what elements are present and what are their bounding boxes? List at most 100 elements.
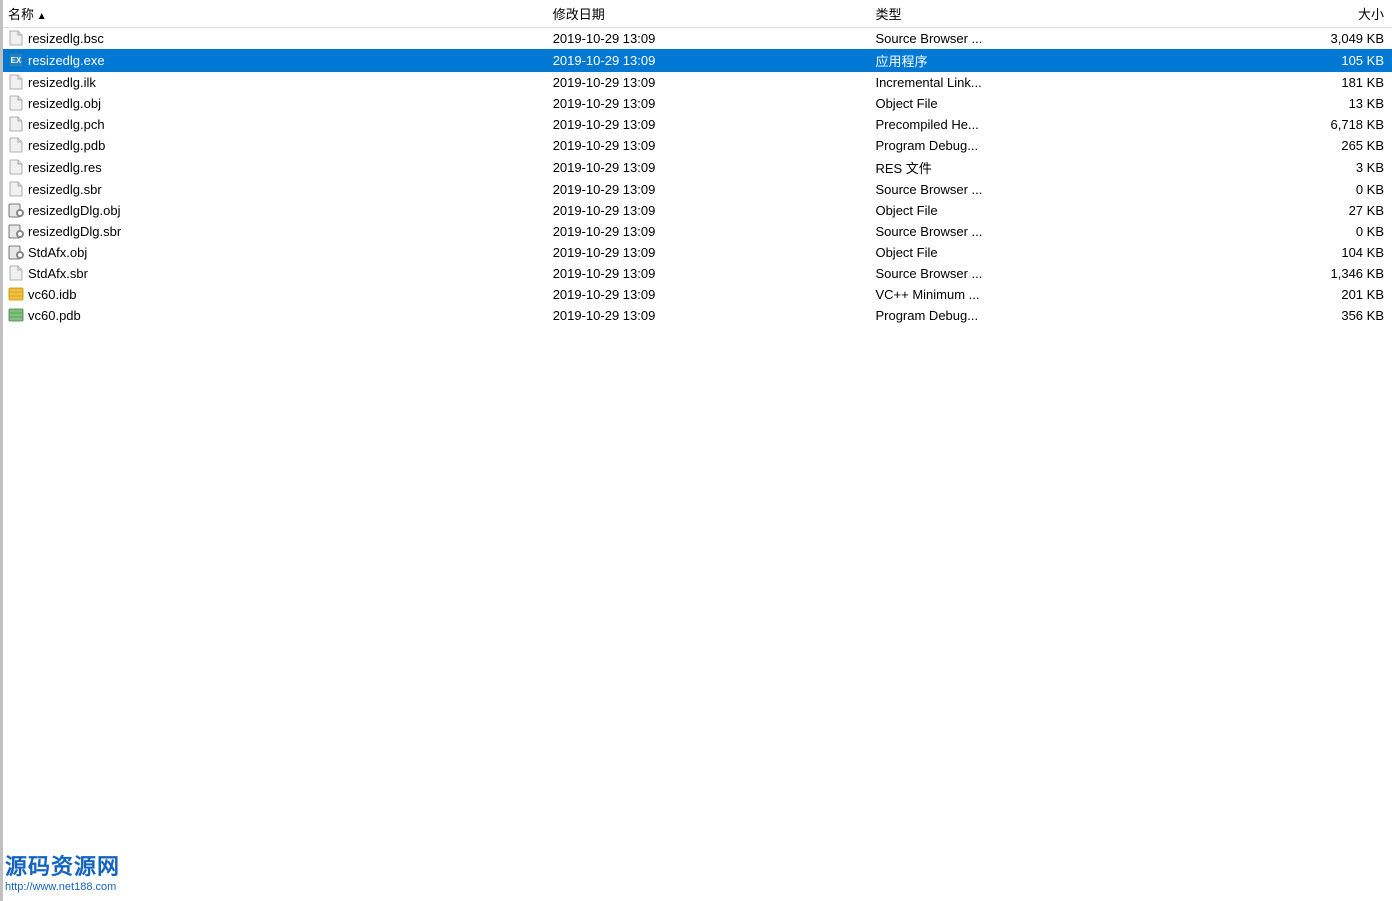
- col-header-name[interactable]: 名称: [0, 0, 545, 28]
- file-icon: [8, 74, 24, 90]
- file-name-cell: resizedlg.res: [0, 156, 545, 179]
- file-name-cell: resizedlg.sbr: [0, 179, 545, 200]
- file-type: VC++ Minimum ...: [867, 284, 1190, 305]
- file-size: 265 KB: [1190, 135, 1392, 156]
- file-name-cell: StdAfx.sbr: [0, 263, 545, 284]
- file-size: 3,049 KB: [1190, 28, 1392, 49]
- file-name-text: resizedlg.res: [28, 160, 102, 175]
- table-row[interactable]: resizedlg.res 2019-10-29 13:09RES 文件3 KB: [0, 156, 1392, 179]
- file-date: 2019-10-29 13:09: [545, 305, 868, 326]
- file-date: 2019-10-29 13:09: [545, 242, 868, 263]
- file-name-cell: vc60.pdb: [0, 305, 545, 326]
- file-type: Source Browser ...: [867, 28, 1190, 49]
- file-name-text: resizedlg.obj: [28, 96, 101, 111]
- file-type: Source Browser ...: [867, 221, 1190, 242]
- file-size: 181 KB: [1190, 72, 1392, 93]
- file-type: RES 文件: [867, 156, 1190, 179]
- file-explorer: 名称 修改日期 类型 大小 resizedlg.bsc 2019-10-29 13…: [0, 0, 1392, 901]
- file-name-text: resizedlg.bsc: [28, 31, 104, 46]
- file-size: 1,346 KB: [1190, 263, 1392, 284]
- file-name-text: resizedlg.pdb: [28, 138, 105, 153]
- file-name-cell: resizedlg.ilk: [0, 72, 545, 93]
- file-date: 2019-10-29 13:09: [545, 263, 868, 284]
- table-row[interactable]: resizedlg.bsc 2019-10-29 13:09Source Brow…: [0, 28, 1392, 49]
- file-size: 201 KB: [1190, 284, 1392, 305]
- table-header-row: 名称 修改日期 类型 大小: [0, 0, 1392, 28]
- file-date: 2019-10-29 13:09: [545, 179, 868, 200]
- col-header-size[interactable]: 大小: [1190, 0, 1392, 28]
- svg-text:EX: EX: [11, 56, 22, 65]
- file-date: 2019-10-29 13:09: [545, 93, 868, 114]
- file-type: Object File: [867, 242, 1190, 263]
- file-type: Precompiled He...: [867, 114, 1190, 135]
- file-size: 27 KB: [1190, 200, 1392, 221]
- file-date: 2019-10-29 13:09: [545, 114, 868, 135]
- file-name-cell: resizedlg.pch: [0, 114, 545, 135]
- file-type: Source Browser ...: [867, 179, 1190, 200]
- file-type: Incremental Link...: [867, 72, 1190, 93]
- file-icon: [8, 159, 24, 175]
- file-date: 2019-10-29 13:09: [545, 28, 868, 49]
- col-header-type[interactable]: 类型: [867, 0, 1190, 28]
- file-name-text: resizedlg.exe: [28, 53, 105, 68]
- file-table: 名称 修改日期 类型 大小 resizedlg.bsc 2019-10-29 13…: [0, 0, 1392, 326]
- table-row[interactable]: EX resizedlg.exe2019-10-29 13:09应用程序105 …: [0, 49, 1392, 72]
- table-row[interactable]: resizedlg.pch 2019-10-29 13:09Precompiled…: [0, 114, 1392, 135]
- file-date: 2019-10-29 13:09: [545, 49, 868, 72]
- file-icon: [8, 286, 24, 302]
- file-icon: [8, 223, 24, 239]
- file-name-text: resizedlg.sbr: [28, 182, 102, 197]
- file-date: 2019-10-29 13:09: [545, 200, 868, 221]
- table-row[interactable]: resizedlg.obj 2019-10-29 13:09Object File…: [0, 93, 1392, 114]
- table-row[interactable]: vc60.pdb2019-10-29 13:09Program Debug...…: [0, 305, 1392, 326]
- file-name-text: resizedlgDlg.sbr: [28, 224, 121, 239]
- file-icon: [8, 95, 24, 111]
- file-size: 0 KB: [1190, 221, 1392, 242]
- file-icon: [8, 265, 24, 281]
- file-type: Source Browser ...: [867, 263, 1190, 284]
- file-date: 2019-10-29 13:09: [545, 135, 868, 156]
- file-icon: [8, 30, 24, 46]
- left-border: [0, 0, 3, 901]
- file-size: 0 KB: [1190, 179, 1392, 200]
- table-row[interactable]: StdAfx.sbr 2019-10-29 13:09Source Browser…: [0, 263, 1392, 284]
- file-name-text: StdAfx.obj: [28, 245, 87, 260]
- file-name-cell: StdAfx.obj: [0, 242, 545, 263]
- file-name-text: StdAfx.sbr: [28, 266, 88, 281]
- file-date: 2019-10-29 13:09: [545, 72, 868, 93]
- file-icon: [8, 202, 24, 218]
- file-icon: [8, 181, 24, 197]
- file-name-text: resizedlg.pch: [28, 117, 105, 132]
- file-size: 104 KB: [1190, 242, 1392, 263]
- file-date: 2019-10-29 13:09: [545, 284, 868, 305]
- file-name-cell: EX resizedlg.exe: [0, 49, 545, 72]
- file-type: Object File: [867, 200, 1190, 221]
- file-size: 356 KB: [1190, 305, 1392, 326]
- file-date: 2019-10-29 13:09: [545, 156, 868, 179]
- table-row[interactable]: resizedlg.pdb 2019-10-29 13:09Program Deb…: [0, 135, 1392, 156]
- table-row[interactable]: vc60.idb 2019-10-29 13:09VC++ Minimum ...…: [0, 284, 1392, 305]
- file-size: 3 KB: [1190, 156, 1392, 179]
- watermark-url: http://www.net188.com: [5, 881, 120, 893]
- watermark-title: 源码资源网: [5, 849, 120, 881]
- file-name-cell: vc60.idb: [0, 284, 545, 305]
- file-icon: [8, 244, 24, 260]
- table-row[interactable]: resizedlgDlg.obj2019-10-29 13:09Object F…: [0, 200, 1392, 221]
- file-name-cell: resizedlg.bsc: [0, 28, 545, 49]
- col-header-date[interactable]: 修改日期: [545, 0, 868, 28]
- file-name-cell: resizedlg.pdb: [0, 135, 545, 156]
- table-row[interactable]: resizedlg.sbr 2019-10-29 13:09Source Brow…: [0, 179, 1392, 200]
- file-type: Program Debug...: [867, 305, 1190, 326]
- table-row[interactable]: resizedlg.ilk2019-10-29 13:09Incremental…: [0, 72, 1392, 93]
- file-type: Program Debug...: [867, 135, 1190, 156]
- table-row[interactable]: StdAfx.obj 2019-10-29 13:09Object File104…: [0, 242, 1392, 263]
- file-name-text: vc60.idb: [28, 287, 76, 302]
- file-type: 应用程序: [867, 49, 1190, 72]
- file-icon: [8, 116, 24, 132]
- file-type: Object File: [867, 93, 1190, 114]
- table-row[interactable]: resizedlgDlg.sbr2019-10-29 13:09Source B…: [0, 221, 1392, 242]
- file-icon: [8, 307, 24, 323]
- file-size: 13 KB: [1190, 93, 1392, 114]
- file-name-cell: resizedlgDlg.sbr: [0, 221, 545, 242]
- file-name-cell: resizedlg.obj: [0, 93, 545, 114]
